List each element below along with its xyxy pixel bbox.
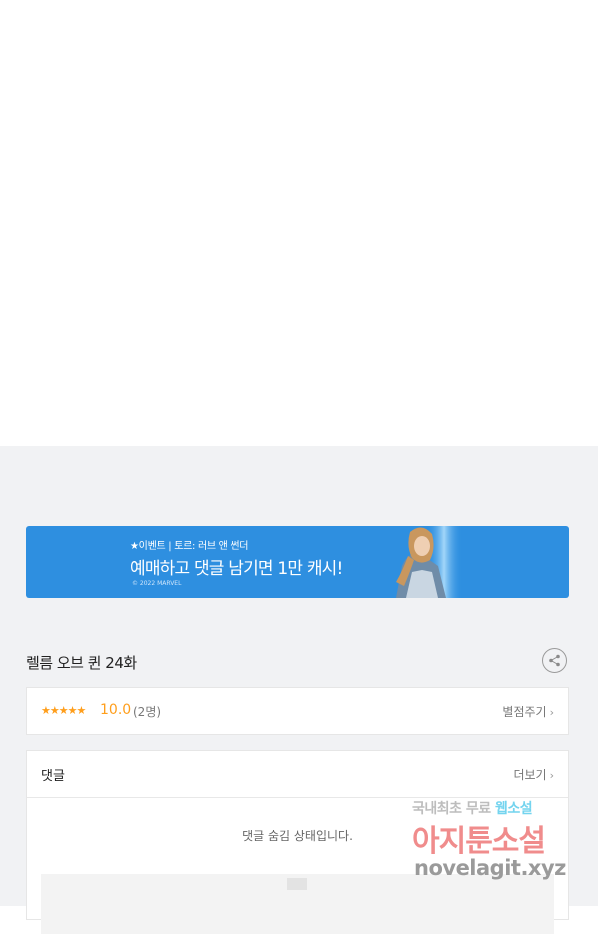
comment-header: 댓글 더보기 › xyxy=(27,751,568,798)
watermark-tagline-highlight: 웹소설 xyxy=(495,801,533,817)
share-button[interactable] xyxy=(542,648,567,673)
event-banner[interactable]: ★이벤트 | 토르: 러브 앤 썬더 예매하고 댓글 남기면 1만 캐시! © … xyxy=(26,526,569,598)
rating-score: 10.0 xyxy=(100,702,132,718)
chevron-right-icon: › xyxy=(549,769,554,782)
content-blank-area xyxy=(0,0,598,446)
banner-character-image xyxy=(396,526,462,598)
comment-more-label: 더보기 xyxy=(513,768,547,782)
watermark-url: novelagit.xyz xyxy=(414,856,566,880)
banner-headline: 예매하고 댓글 남기면 1만 캐시! xyxy=(130,559,343,579)
rating-count: (2명) xyxy=(133,705,162,719)
comment-more-link[interactable]: 더보기 › xyxy=(513,766,554,783)
rate-button-label: 별점주기 xyxy=(502,705,547,719)
rating-card: ★★★★★ 10.0 (2명) 별점주기 › xyxy=(26,687,569,735)
watermark-brand: 아지툰소설 xyxy=(412,824,546,859)
chevron-right-icon: › xyxy=(549,706,554,719)
rating-stars: ★★★★★ xyxy=(41,704,86,717)
comment-box-handle xyxy=(287,878,307,890)
banner-copyright: © 2022 MARVEL xyxy=(132,580,182,587)
share-icon xyxy=(549,654,560,667)
banner-event-line: ★이벤트 | 토르: 러브 앤 썬더 xyxy=(130,541,249,552)
watermark-tagline: 국내최초 무료 xyxy=(412,801,496,817)
episode-title: 렐름 오브 퀸 24화 xyxy=(26,654,137,672)
rate-button[interactable]: 별점주기 › xyxy=(502,703,554,720)
site-watermark: 국내최초 무료 웹소설 아지툰소설 novelagit.xyz xyxy=(412,798,592,890)
comment-title: 댓글 xyxy=(41,769,65,784)
